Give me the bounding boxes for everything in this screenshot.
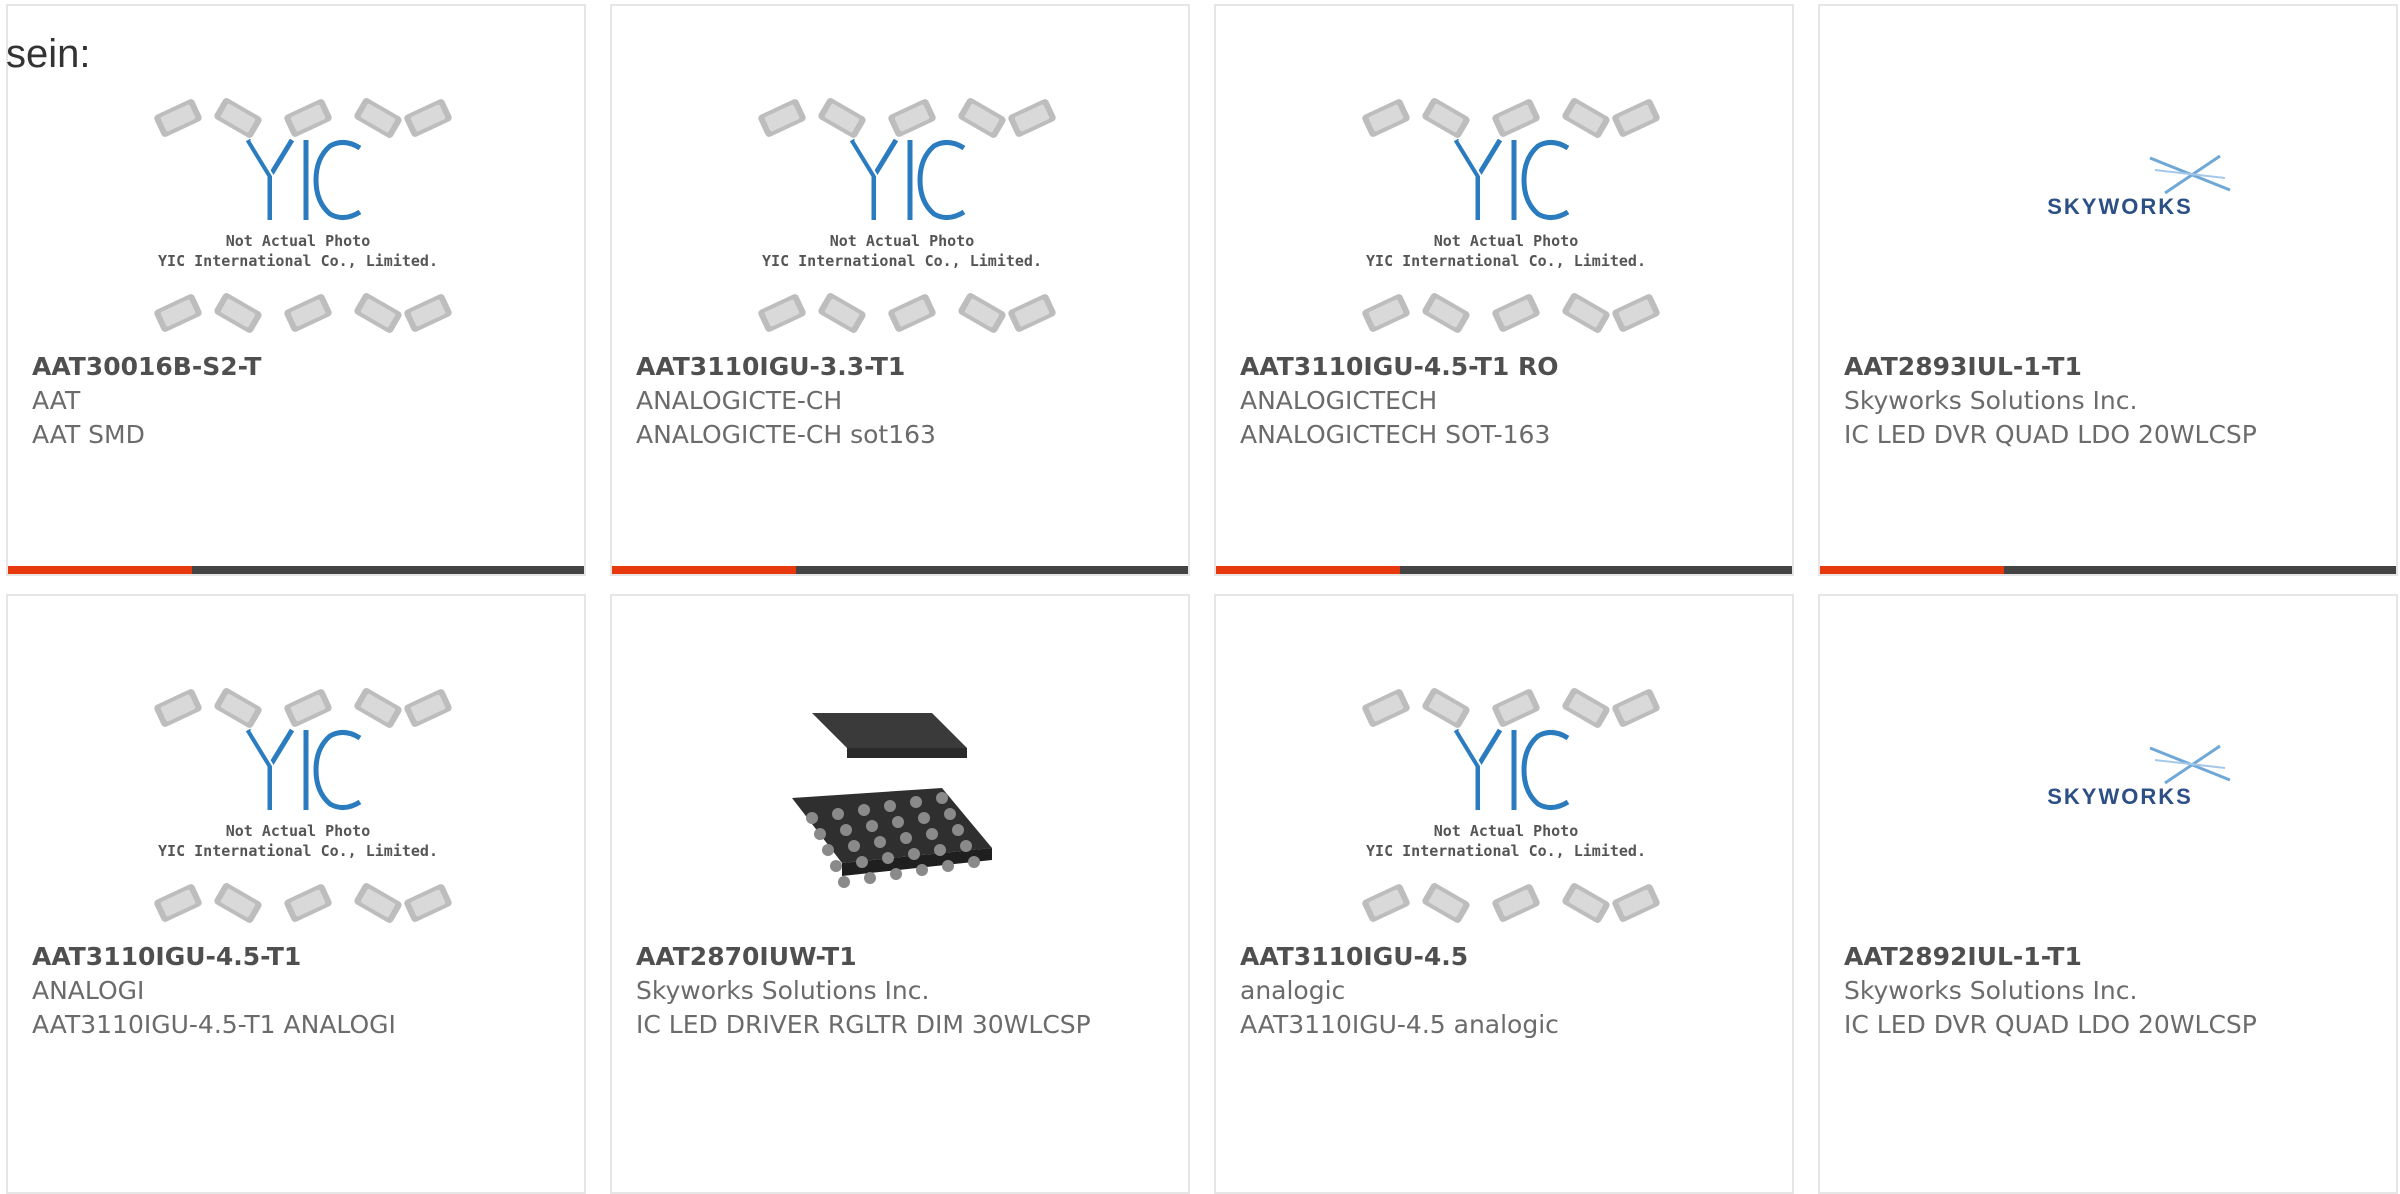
- svg-text:Not Actual Photo: Not Actual Photo: [1434, 232, 1579, 250]
- svg-text:Not Actual Photo: Not Actual Photo: [226, 232, 371, 250]
- chip-packages-top-icon: [1362, 688, 1660, 728]
- manufacturer: Skyworks Solutions Inc.: [1844, 976, 2138, 1005]
- manufacturer: ANALOGICTE-CH: [636, 386, 843, 415]
- description: ANALOGICTE-CH sot163: [636, 420, 936, 449]
- part-number-link[interactable]: AAT3110IGU-4.5-T1: [32, 940, 564, 974]
- part-number-link[interactable]: AAT2892IUL-1-T1: [1844, 940, 2376, 974]
- card-accent-bar: [1216, 566, 1400, 574]
- card-accent-bar: [8, 566, 192, 574]
- product-image[interactable]: Not Actual Photo YIC International Co., …: [612, 78, 1192, 348]
- svg-text:Not Actual Photo: Not Actual Photo: [226, 822, 371, 840]
- svg-text:Not Actual Photo: Not Actual Photo: [830, 232, 975, 250]
- product-card[interactable]: Not Actual Photo YIC International Co., …: [6, 4, 586, 576]
- chip-packages-bottom-icon: [1362, 883, 1660, 923]
- product-image[interactable]: Not Actual Photo YIC International Co., …: [8, 668, 588, 938]
- chip-packages-top-icon: [1362, 98, 1660, 138]
- part-number-link[interactable]: AAT2893IUL-1-T1: [1844, 350, 2376, 384]
- description: IC LED DVR QUAD LDO 20WLCSP: [1844, 420, 2257, 449]
- product-image[interactable]: Not Actual Photo YIC International Co., …: [8, 78, 588, 348]
- description: AAT3110IGU-4.5 analogic: [1240, 1010, 1559, 1039]
- product-image[interactable]: [612, 668, 1192, 938]
- svg-text:YIC International Co., Limited: YIC International Co., Limited.: [158, 842, 438, 860]
- manufacturer: AAT: [32, 386, 81, 415]
- svg-text:SKYWORKS: SKYWORKS: [2047, 194, 2193, 219]
- manufacturer: ANALOGICTECH: [1240, 386, 1438, 415]
- part-number-link[interactable]: AAT3110IGU-4.5: [1240, 940, 1772, 974]
- chip-packages-top-icon: [154, 688, 452, 728]
- svg-text:YIC International Co., Limited: YIC International Co., Limited.: [1366, 252, 1646, 270]
- skyworks-logo-icon: SKYWORKS: [2047, 744, 2231, 809]
- svg-text:YIC International Co., Limited: YIC International Co., Limited.: [158, 252, 438, 270]
- yic-logo-icon: [245, 138, 362, 220]
- description: ANALOGICTECH SOT-163: [1240, 420, 1551, 449]
- card-bottom-bar: [8, 566, 584, 574]
- skyworks-logo-icon: SKYWORKS: [2047, 154, 2231, 219]
- chip-packages-top-icon: [154, 98, 452, 138]
- chip-packages-bottom-icon: [154, 883, 452, 923]
- part-number-link[interactable]: AAT3110IGU-4.5-T1 RO: [1240, 350, 1772, 384]
- part-number-link[interactable]: AAT2870IUW-T1: [636, 940, 1168, 974]
- product-card[interactable]: SKYWORKS AAT2893IUL-1-T1 Skyworks Soluti…: [1818, 4, 2398, 576]
- product-image[interactable]: Not Actual Photo YIC International Co., …: [1216, 668, 1796, 938]
- bga-chip-icon: [792, 713, 992, 888]
- product-grid: Not Actual Photo YIC International Co., …: [0, 0, 2400, 1194]
- svg-text:YIC International Co., Limited: YIC International Co., Limited.: [1366, 842, 1646, 860]
- product-card[interactable]: Not Actual Photo YIC International Co., …: [610, 4, 1190, 576]
- manufacturer: ANALOGI: [32, 976, 145, 1005]
- product-image[interactable]: SKYWORKS: [1820, 668, 2400, 938]
- yic-logo-icon: [245, 728, 362, 810]
- intro-text: sein:: [6, 32, 91, 76]
- manufacturer: analogic: [1240, 976, 1346, 1005]
- manufacturer: Skyworks Solutions Inc.: [636, 976, 930, 1005]
- product-card[interactable]: AAT2870IUW-T1 Skyworks Solutions Inc. IC…: [610, 594, 1190, 1194]
- yic-logo-icon: [849, 138, 966, 220]
- product-card[interactable]: Not Actual Photo YIC International Co., …: [1214, 4, 1794, 576]
- yic-logo-icon: [1453, 138, 1570, 220]
- product-image[interactable]: SKYWORKS: [1820, 78, 2400, 348]
- chip-packages-top-icon: [758, 98, 1056, 138]
- product-card[interactable]: SKYWORKS AAT2892IUL-1-T1 Skyworks Soluti…: [1818, 594, 2398, 1194]
- card-bottom-bar: [1820, 566, 2396, 574]
- product-card[interactable]: Not Actual Photo YIC International Co., …: [6, 594, 586, 1194]
- chip-packages-bottom-icon: [758, 293, 1056, 333]
- product-image[interactable]: Not Actual Photo YIC International Co., …: [1216, 78, 1796, 348]
- svg-text:SKYWORKS: SKYWORKS: [2047, 784, 2193, 809]
- manufacturer: Skyworks Solutions Inc.: [1844, 386, 2138, 415]
- part-number-link[interactable]: AAT3110IGU-3.3-T1: [636, 350, 1168, 384]
- svg-text:YIC International Co., Limited: YIC International Co., Limited.: [762, 252, 1042, 270]
- card-accent-bar: [612, 566, 796, 574]
- chip-packages-bottom-icon: [154, 293, 452, 333]
- card-bottom-bar: [1216, 566, 1792, 574]
- description: IC LED DVR QUAD LDO 20WLCSP: [1844, 1010, 2257, 1039]
- card-bottom-bar: [612, 566, 1188, 574]
- description: AAT3110IGU-4.5-T1 ANALOGI: [32, 1010, 396, 1039]
- card-accent-bar: [1820, 566, 2004, 574]
- product-card[interactable]: Not Actual Photo YIC International Co., …: [1214, 594, 1794, 1194]
- description: AAT SMD: [32, 420, 145, 449]
- part-number-link[interactable]: AAT30016B-S2-T: [32, 350, 564, 384]
- chip-packages-bottom-icon: [1362, 293, 1660, 333]
- yic-logo-icon: [1453, 728, 1570, 810]
- description: IC LED DRIVER RGLTR DIM 30WLCSP: [636, 1010, 1091, 1039]
- svg-text:Not Actual Photo: Not Actual Photo: [1434, 822, 1579, 840]
